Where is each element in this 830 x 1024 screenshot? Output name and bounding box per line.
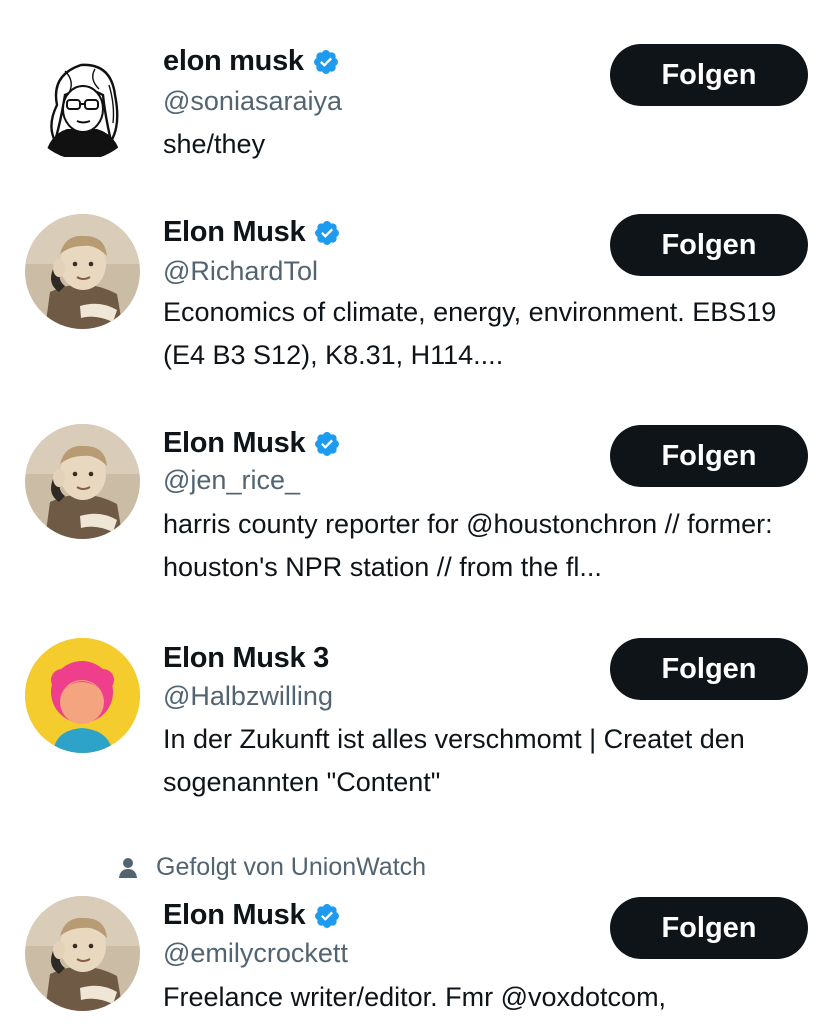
- bio: Freelance writer/editor. Fmr @voxdotcom,: [163, 982, 667, 1012]
- username[interactable]: @RichardTol: [163, 256, 318, 287]
- verified-icon: [312, 48, 340, 76]
- follow-button[interactable]: Folgen: [610, 897, 808, 959]
- bio: In der Zukunft ist alles verschmomt | Cr…: [163, 724, 745, 797]
- account-row[interactable]: elon musk @soniasaraiya she/they Folgen: [0, 0, 830, 180]
- avatar[interactable]: [25, 896, 140, 1011]
- display-name[interactable]: Elon Musk 3: [163, 642, 329, 675]
- display-name[interactable]: elon musk: [163, 45, 340, 78]
- account-row[interactable]: Elon Musk @jen_rice_ harris county repor…: [0, 390, 830, 605]
- person-icon: [119, 857, 137, 878]
- follow-button[interactable]: Folgen: [610, 44, 808, 106]
- follow-button[interactable]: Folgen: [610, 425, 808, 487]
- bio: harris county reporter for @houstonchron…: [163, 509, 773, 582]
- display-name-text[interactable]: Elon Musk: [163, 899, 306, 932]
- display-name-text[interactable]: Elon Musk: [163, 427, 306, 460]
- avatar[interactable]: [25, 424, 140, 539]
- display-name[interactable]: Elon Musk: [163, 427, 341, 460]
- account-row[interactable]: Elon Musk @RichardTol Economics of clima…: [0, 180, 830, 390]
- avatar[interactable]: [25, 638, 140, 753]
- social-context: Gefolgt von UnionWatch: [118, 853, 426, 882]
- username[interactable]: @soniasaraiya: [163, 86, 342, 117]
- username[interactable]: @emilycrockett: [163, 938, 348, 969]
- follow-button[interactable]: Folgen: [610, 638, 808, 700]
- display-name[interactable]: Elon Musk: [163, 216, 341, 249]
- account-row[interactable]: Elon Musk @emilycrockett Freelance write…: [0, 890, 830, 1024]
- social-context-text[interactable]: Gefolgt von UnionWatch: [156, 853, 426, 882]
- account-row[interactable]: Elon Musk 3 @Halbzwilling In der Zukunft…: [0, 605, 830, 830]
- display-name-text[interactable]: elon musk: [163, 45, 304, 78]
- username[interactable]: @Halbzwilling: [163, 681, 333, 712]
- verified-icon: [313, 219, 341, 247]
- display-name-text[interactable]: Elon Musk: [163, 216, 306, 249]
- display-name-text[interactable]: Elon Musk 3: [163, 642, 329, 675]
- follow-button[interactable]: Folgen: [610, 214, 808, 276]
- verified-icon: [313, 902, 341, 930]
- bio: she/they: [163, 129, 266, 159]
- avatar[interactable]: [25, 45, 140, 160]
- verified-icon: [313, 430, 341, 458]
- bio: Economics of climate, energy, environmen…: [163, 297, 777, 370]
- username[interactable]: @jen_rice_: [163, 465, 300, 496]
- avatar[interactable]: [25, 214, 140, 329]
- display-name[interactable]: Elon Musk: [163, 899, 341, 932]
